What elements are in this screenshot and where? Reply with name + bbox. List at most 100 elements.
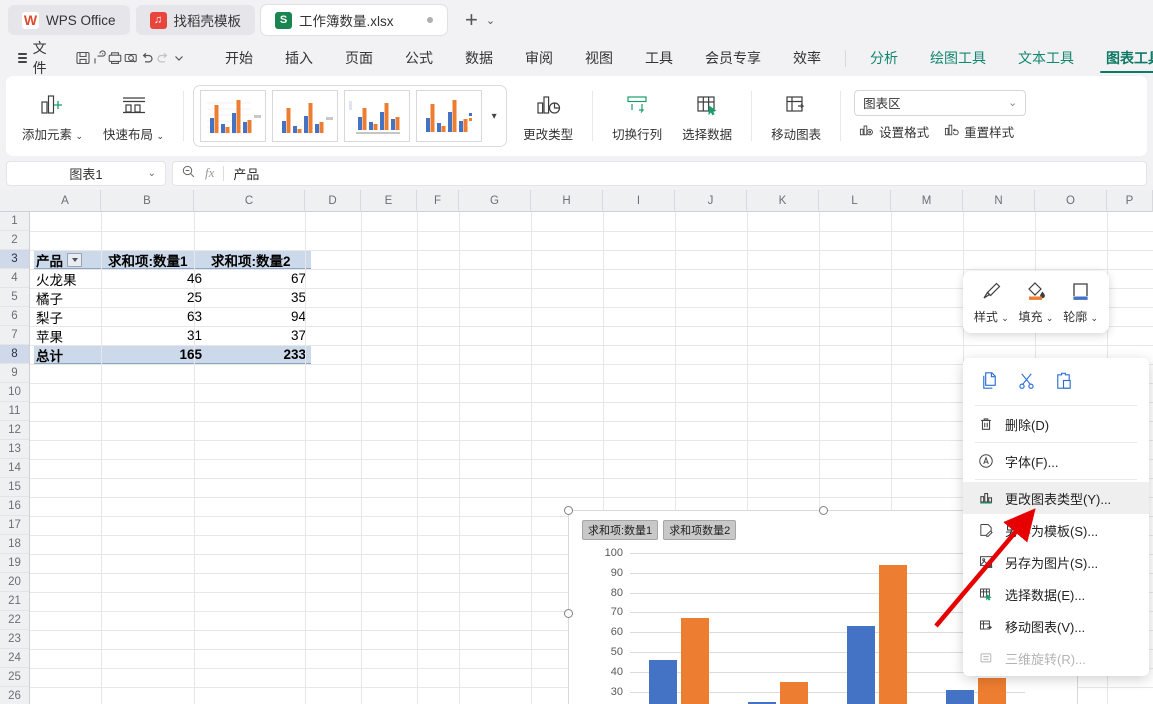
print-preview-icon[interactable] xyxy=(123,46,139,70)
row-header-4[interactable]: 4 xyxy=(0,269,29,288)
row-header-1[interactable]: 1 xyxy=(0,212,29,231)
zoom-search-icon[interactable] xyxy=(181,164,196,182)
style-button[interactable]: 样式 ⌄ xyxy=(974,280,1009,325)
table-row[interactable]: 火龙果 46 67 xyxy=(34,269,311,288)
tab-tools[interactable]: 工具 xyxy=(629,41,689,75)
switch-row-column-button[interactable]: 切换行列 xyxy=(602,86,672,146)
copy-icon[interactable] xyxy=(979,370,1000,394)
row-header-11[interactable]: 11 xyxy=(0,402,29,421)
context-menu-item-save-as-image[interactable]: 另存为图片(S)... xyxy=(963,546,1149,578)
row-header-7[interactable]: 7 xyxy=(0,326,29,345)
paste-icon[interactable] xyxy=(1053,370,1074,394)
new-tab-button[interactable]: + xyxy=(459,7,484,33)
row-header-19[interactable]: 19 xyxy=(0,554,29,573)
context-menu-item-select-data[interactable]: 选择数据(E)... xyxy=(963,578,1149,610)
change-chart-type-button[interactable]: 更改类型 xyxy=(513,86,583,146)
row-header-5[interactable]: 5 xyxy=(0,288,29,307)
name-box[interactable]: 图表1 ⌄ xyxy=(6,160,166,186)
tab-drawing-tools[interactable]: 绘图工具 xyxy=(914,41,1002,75)
undo-icon[interactable] xyxy=(139,46,155,70)
column-header-J[interactable]: J xyxy=(675,190,747,212)
chevron-down-icon[interactable]: ⌄ xyxy=(148,168,156,179)
context-menu-item-move-chart[interactable]: 移动图表(V)... xyxy=(963,610,1149,642)
row-header-13[interactable]: 13 xyxy=(0,440,29,459)
gallery-more-button[interactable]: ▾ xyxy=(485,111,503,122)
save-as-icon[interactable] xyxy=(91,46,107,70)
column-header-B[interactable]: B xyxy=(101,190,194,212)
table-total-row[interactable]: 总计 165 233 xyxy=(34,345,311,364)
tab-formula[interactable]: 公式 xyxy=(389,41,449,75)
tab-start[interactable]: 开始 xyxy=(209,41,269,75)
chart-bar-2-橘子[interactable] xyxy=(780,681,809,704)
tab-member[interactable]: 会员专享 xyxy=(689,41,777,75)
chevron-down-icon[interactable]: ⌄ xyxy=(486,14,495,27)
row-header-26[interactable]: 26 xyxy=(0,687,29,704)
row-header-15[interactable]: 15 xyxy=(0,478,29,497)
column-header-C[interactable]: C xyxy=(194,190,305,212)
customize-caret-icon[interactable] xyxy=(171,46,187,70)
cut-icon[interactable] xyxy=(1016,370,1037,394)
chart-resize-handle-tl[interactable] xyxy=(564,506,573,515)
chart-bar-2-梨子[interactable] xyxy=(878,564,907,704)
row-header-12[interactable]: 12 xyxy=(0,421,29,440)
tab-chart-tools[interactable]: 图表工具 xyxy=(1090,41,1153,75)
formula-input[interactable]: fx 产品 xyxy=(172,160,1147,186)
chart-bar-1-火龙果[interactable] xyxy=(649,659,678,704)
context-menu-item-font[interactable]: 字体(F)... xyxy=(963,445,1149,477)
chart-bar-1-梨子[interactable] xyxy=(846,626,875,704)
chart-bar-2-火龙果[interactable] xyxy=(681,618,710,704)
context-menu-item-change-chart-type[interactable]: 更改图表类型(Y)... xyxy=(963,482,1149,514)
column-header-F[interactable]: F xyxy=(417,190,459,212)
column-header-N[interactable]: N xyxy=(963,190,1035,212)
row-header-24[interactable]: 24 xyxy=(0,649,29,668)
print-icon[interactable] xyxy=(107,46,123,70)
file-menu-button[interactable]: 文件 xyxy=(10,38,59,78)
column-header-H[interactable]: H xyxy=(531,190,603,212)
row-header-3[interactable]: 3 xyxy=(0,250,29,269)
column-header-I[interactable]: I xyxy=(603,190,675,212)
document-tab-workbook[interactable]: S 工作簿数量.xlsx xyxy=(261,5,448,35)
row-header-25[interactable]: 25 xyxy=(0,668,29,687)
tab-data[interactable]: 数据 xyxy=(449,41,509,75)
outline-button[interactable]: 轮廓 ⌄ xyxy=(1063,280,1098,325)
tab-review[interactable]: 审阅 xyxy=(509,41,569,75)
chart-style-preview-4[interactable] xyxy=(416,90,483,142)
chart-area-dropdown[interactable]: 图表区 ⌄ xyxy=(854,89,1027,116)
row-header-20[interactable]: 20 xyxy=(0,573,29,592)
row-header-10[interactable]: 10 xyxy=(0,383,29,402)
reset-style-button[interactable]: 重置样式 xyxy=(939,120,1018,143)
row-header-16[interactable]: 16 xyxy=(0,497,29,516)
table-row[interactable]: 橘子 25 35 xyxy=(34,288,311,307)
save-icon[interactable] xyxy=(75,46,91,70)
move-chart-button[interactable]: 移动图表 xyxy=(761,86,831,146)
row-header-18[interactable]: 18 xyxy=(0,535,29,554)
app-tab-wps-office[interactable]: W WPS Office xyxy=(8,5,130,35)
row-header-17[interactable]: 17 xyxy=(0,516,29,535)
tab-page[interactable]: 页面 xyxy=(329,41,389,75)
fill-button[interactable]: 填充 ⌄ xyxy=(1019,280,1053,325)
pivot-field-button-series2[interactable]: 求和项数量2 xyxy=(663,520,737,540)
chart-resize-handle-ml[interactable] xyxy=(564,609,573,618)
chart-style-preview-1[interactable] xyxy=(200,90,267,142)
table-row[interactable]: 苹果 31 37 xyxy=(34,326,311,345)
column-header-P[interactable]: P xyxy=(1107,190,1153,212)
column-header-M[interactable]: M xyxy=(891,190,963,212)
column-header-L[interactable]: L xyxy=(819,190,891,212)
chart-style-preview-3[interactable] xyxy=(344,90,411,142)
row-header-9[interactable]: 9 xyxy=(0,364,29,383)
tab-efficiency[interactable]: 效率 xyxy=(777,41,837,75)
column-header-E[interactable]: E xyxy=(361,190,417,212)
app-tab-docer[interactable]: ♫ 找稻壳模板 xyxy=(135,5,256,35)
filter-dropdown-icon[interactable] xyxy=(67,252,82,267)
column-header-D[interactable]: D xyxy=(305,190,361,212)
tab-insert[interactable]: 插入 xyxy=(269,41,329,75)
column-header-O[interactable]: O xyxy=(1035,190,1107,212)
row-header-23[interactable]: 23 xyxy=(0,630,29,649)
row-header-6[interactable]: 6 xyxy=(0,307,29,326)
add-element-button[interactable]: 添加元素 ⌄ xyxy=(12,86,93,146)
row-header-2[interactable]: 2 xyxy=(0,231,29,250)
chart-resize-handle-tc[interactable] xyxy=(819,506,828,515)
tab-view[interactable]: 视图 xyxy=(569,41,629,75)
row-header-14[interactable]: 14 xyxy=(0,459,29,478)
format-settings-button[interactable]: 设置格式 xyxy=(854,120,933,143)
